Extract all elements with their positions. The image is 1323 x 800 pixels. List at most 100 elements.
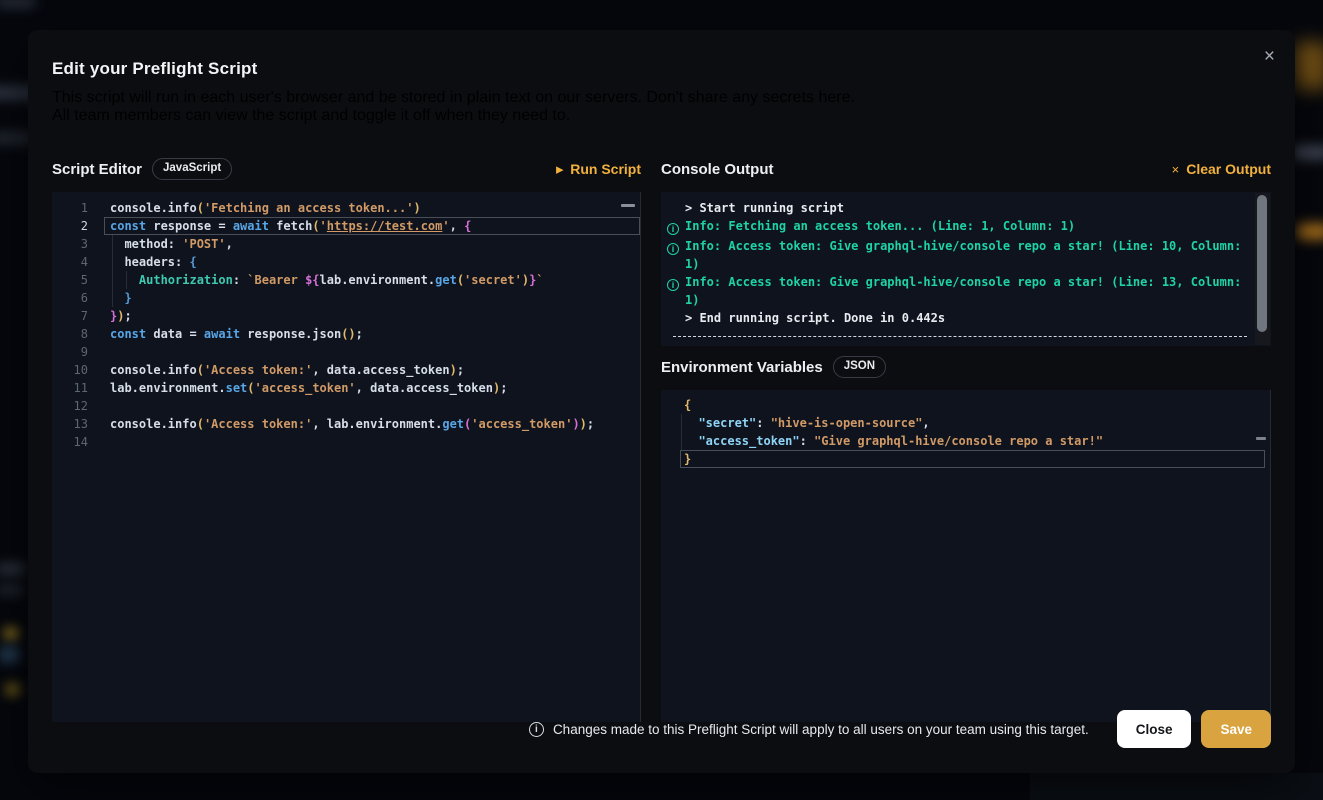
clear-output-label: Clear Output	[1186, 161, 1271, 177]
info-circle-icon: i	[667, 237, 685, 273]
line-number: 1	[52, 199, 104, 217]
code-text: method: 'POST',	[104, 235, 640, 253]
play-icon: ▶	[556, 165, 563, 174]
clear-x-icon: ×	[1172, 163, 1180, 176]
line-number: 6	[52, 289, 104, 307]
line-number: 11	[52, 379, 104, 397]
backdrop-blur	[0, 585, 24, 595]
scrollbar-thumb[interactable]	[1257, 195, 1267, 332]
console-line-text: Info: Access token: Give graphql-hive/co…	[685, 237, 1249, 273]
console-line-gutter	[667, 199, 685, 217]
code-text: const response = await fetch('https://te…	[104, 217, 640, 235]
code-text: console.info('Fetching an access token..…	[104, 199, 640, 217]
backdrop-blur	[4, 628, 18, 639]
save-button[interactable]: Save	[1201, 710, 1271, 748]
line-number: 13	[52, 415, 104, 433]
description-line: This script will run in each user's brow…	[52, 89, 1271, 107]
console-line-text: > Start running script	[685, 199, 1249, 217]
code-text: console.info('Access token:', data.acces…	[104, 361, 640, 379]
script-code-editor[interactable]: 1console.info('Fetching an access token.…	[52, 192, 641, 722]
code-line[interactable]: 11lab.environment.set('access_token', da…	[52, 379, 640, 397]
console-line-text: Info: Fetching an access token... (Line:…	[685, 217, 1249, 237]
env-json-line[interactable]: {	[680, 396, 1265, 414]
line-number: 8	[52, 325, 104, 343]
page-backdrop: × Edit your Preflight Script This script…	[0, 0, 1323, 800]
backdrop-blur	[1294, 42, 1323, 90]
code-text: console.info('Access token:', lab.enviro…	[104, 415, 640, 433]
line-number: 9	[52, 343, 104, 361]
console-scrollbar[interactable]	[1255, 193, 1270, 345]
console-line: iInfo: Access token: Give graphql-hive/c…	[667, 273, 1249, 309]
code-line[interactable]: 6 }	[52, 289, 640, 307]
code-text: headers: {	[104, 253, 640, 271]
footer-note: i Changes made to this Preflight Script …	[529, 722, 1089, 737]
script-editor-title: Script Editor	[52, 161, 142, 178]
backdrop-blur	[0, 646, 20, 663]
code-text: lab.environment.set('access_token', data…	[104, 379, 640, 397]
indent-guide	[681, 414, 682, 450]
console-output-title: Console Output	[661, 161, 774, 178]
line-number: 7	[52, 307, 104, 325]
console-line-text: Info: Access token: Give graphql-hive/co…	[685, 273, 1249, 309]
console-line: > End running script. Done in 0.442s	[667, 309, 1249, 327]
code-line[interactable]: 1console.info('Fetching an access token.…	[52, 199, 640, 217]
backdrop-blur	[1296, 223, 1323, 240]
code-text: const data = await response.json();	[104, 325, 640, 343]
env-json-line[interactable]: "secret": "hive-is-open-source",	[680, 414, 1265, 432]
console-line-text: > End running script. Done in 0.442s	[685, 309, 1249, 327]
info-icon: i	[529, 722, 544, 737]
code-line[interactable]: 12	[52, 397, 640, 415]
console-output-panel: > Start running scriptiInfo: Fetching an…	[661, 192, 1271, 346]
console-divider	[673, 336, 1247, 337]
close-button[interactable]: Close	[1117, 710, 1192, 748]
code-line[interactable]: 13console.info('Access token:', lab.envi…	[52, 415, 640, 433]
code-text	[104, 397, 640, 415]
env-json-line[interactable]: "access_token": "Give graphql-hive/conso…	[680, 432, 1265, 450]
page-title: Edit your Preflight Script	[52, 59, 1271, 79]
code-line[interactable]: 4 headers: {	[52, 253, 640, 271]
javascript-badge: JavaScript	[152, 158, 232, 180]
console-line: iInfo: Access token: Give graphql-hive/c…	[667, 237, 1249, 273]
code-line[interactable]: 3 method: 'POST',	[52, 235, 640, 253]
backdrop-blur	[1292, 145, 1323, 160]
indent-guide	[126, 271, 127, 289]
line-number: 12	[52, 397, 104, 415]
code-text: }	[104, 289, 640, 307]
code-text	[104, 343, 640, 361]
env-json-line[interactable]: }	[680, 450, 1265, 468]
environment-variables-title: Environment Variables	[661, 359, 823, 376]
run-script-button[interactable]: ▶ Run Script	[556, 161, 641, 177]
footer-note-text: Changes made to this Preflight Script wi…	[553, 722, 1089, 737]
run-script-label: Run Script	[570, 161, 641, 177]
console-line: iInfo: Fetching an access token... (Line…	[667, 217, 1249, 237]
code-line[interactable]: 10console.info('Access token:', data.acc…	[52, 361, 640, 379]
backdrop-blur	[6, 684, 19, 695]
line-number: 3	[52, 235, 104, 253]
overview-ruler-mark	[1256, 437, 1266, 440]
close-icon[interactable]: ×	[1260, 43, 1279, 70]
line-number: 2	[52, 217, 104, 235]
code-line[interactable]: 8const data = await response.json();	[52, 325, 640, 343]
console-line-gutter	[667, 309, 685, 327]
code-line[interactable]: 2const response = await fetch('https://t…	[52, 217, 640, 235]
code-line[interactable]: 7});	[52, 307, 640, 325]
code-line[interactable]: 14	[52, 433, 640, 451]
info-circle-icon: i	[667, 273, 685, 309]
line-number: 10	[52, 361, 104, 379]
code-text: });	[104, 307, 640, 325]
code-line[interactable]: 5 Authorization: `Bearer ${lab.environme…	[52, 271, 640, 289]
console-line: > Start running script	[667, 199, 1249, 217]
line-number: 14	[52, 433, 104, 451]
json-badge: JSON	[833, 356, 886, 378]
backdrop-panel	[1030, 773, 1323, 800]
overview-ruler-mark	[621, 204, 635, 207]
line-number: 4	[52, 253, 104, 271]
line-number: 5	[52, 271, 104, 289]
clear-output-button[interactable]: × Clear Output	[1172, 161, 1271, 177]
info-circle-icon: i	[667, 217, 685, 237]
code-line[interactable]: 9	[52, 343, 640, 361]
environment-variables-editor[interactable]: { "secret": "hive-is-open-source", "acce…	[661, 390, 1271, 722]
description-line: All team members can view the script and…	[52, 107, 1271, 125]
indent-guide	[112, 235, 113, 307]
code-text: Authorization: `Bearer ${lab.environment…	[104, 271, 640, 289]
